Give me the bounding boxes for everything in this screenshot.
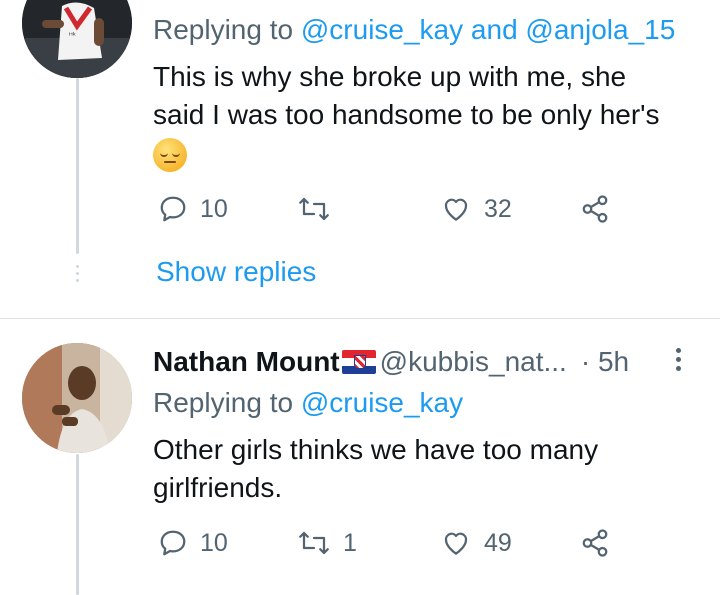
reply-count: 10: [200, 528, 228, 557]
mention-link[interactable]: @anjola_15: [525, 14, 675, 45]
reply-icon: [160, 530, 186, 556]
thread-line: [76, 78, 79, 254]
thread-dots: [76, 265, 79, 286]
tweet-text-line: said I was too handsome to be only her's: [153, 99, 660, 130]
pensive-face-icon: [153, 138, 187, 172]
tweet-text: Other girls thinks we have too many girl…: [153, 431, 713, 507]
heart-icon: [444, 198, 468, 221]
retweet-icon: [299, 531, 329, 555]
retweet-button[interactable]: [297, 194, 343, 224]
timestamp[interactable]: · 5h: [581, 346, 629, 378]
tweet-text: This is why she broke up with me, she sa…: [153, 58, 713, 134]
share-button[interactable]: [580, 194, 610, 224]
share-icon: [582, 529, 608, 557]
replying-to: Replying to @cruise_kay and @anjola_15: [153, 14, 675, 46]
reply-button[interactable]: 10: [158, 528, 228, 558]
mention-link[interactable]: @cruise_kay: [301, 14, 463, 45]
svg-text:ᴴᵏ: ᴴᵏ: [69, 31, 76, 40]
display-name[interactable]: Nathan Mount: [153, 346, 340, 378]
replying-label: Replying to: [153, 387, 294, 418]
avatar[interactable]: ᴴᵏ: [22, 0, 132, 78]
thread-line: [76, 454, 79, 595]
replying-to: Replying to @cruise_kay: [153, 387, 463, 419]
share-icon: [582, 195, 608, 223]
avatar[interactable]: [22, 343, 132, 453]
divider: [0, 318, 720, 319]
replying-label: Replying to: [153, 14, 294, 45]
like-button[interactable]: 49: [440, 528, 512, 558]
reply-count: 10: [200, 194, 228, 223]
tweet-text-line: This is why she broke up with me, she: [153, 61, 627, 92]
like-button[interactable]: 32: [440, 194, 512, 224]
share-button[interactable]: [580, 528, 610, 558]
like-count: 49: [484, 528, 512, 557]
like-count: 32: [484, 194, 512, 223]
retweet-icon: [299, 197, 329, 221]
heart-icon: [444, 532, 468, 555]
tweet-header: Nathan Mount @kubbis_nat... · 5h: [153, 346, 629, 378]
show-replies-link[interactable]: Show replies: [156, 256, 316, 288]
reply-icon: [160, 196, 186, 222]
croatia-flag-icon: [341, 350, 376, 374]
retweet-button[interactable]: 1: [297, 528, 357, 558]
more-options-icon[interactable]: [676, 348, 682, 375]
tweet-text-line: girlfriends.: [153, 472, 283, 503]
tweet-text-line: Other girls thinks we have too many: [153, 434, 599, 465]
mention-link[interactable]: @cruise_kay: [301, 387, 463, 418]
retweet-count: 1: [343, 528, 357, 557]
user-handle[interactable]: @kubbis_nat...: [380, 346, 567, 378]
and-label: and: [470, 14, 518, 45]
reply-button[interactable]: 10: [158, 194, 228, 224]
